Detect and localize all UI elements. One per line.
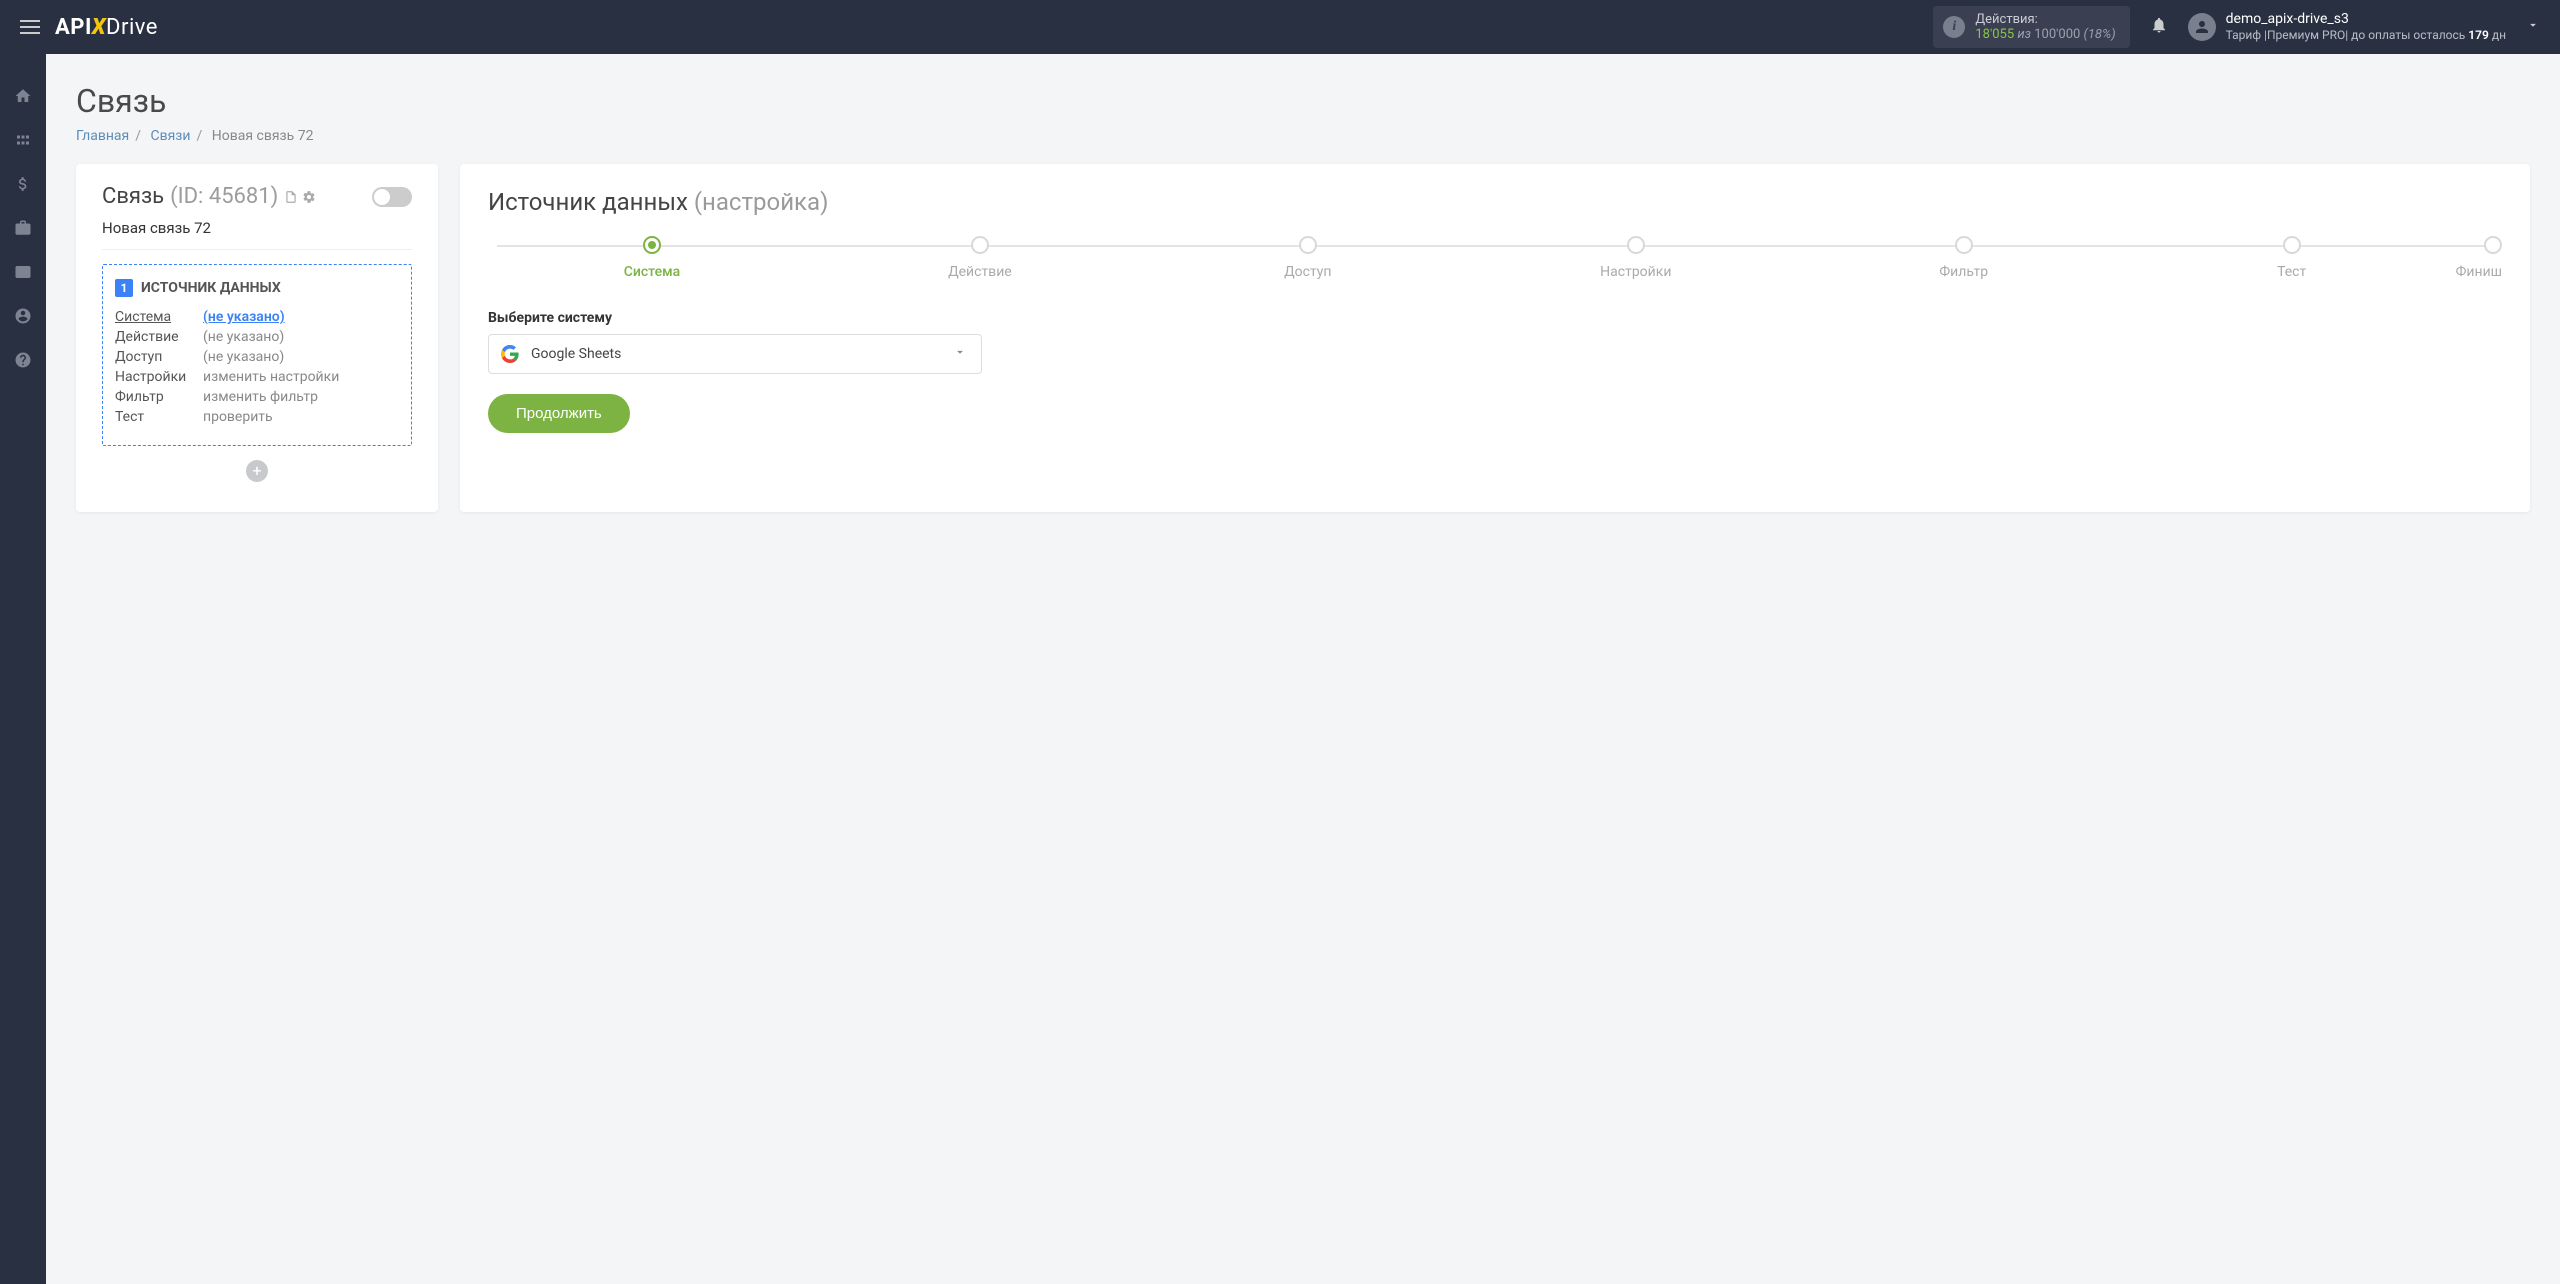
- configuration-card: Источник данных (настройка) Система Дейс…: [460, 164, 2530, 512]
- data-source-heading: ИСТОЧНИК ДАННЫХ: [141, 280, 281, 296]
- nav-video-icon[interactable]: [0, 250, 46, 294]
- breadcrumb-home[interactable]: Главная: [76, 128, 129, 144]
- step-access[interactable]: Доступ: [1144, 236, 1472, 280]
- row-settings[interactable]: Настройкиизменить настройки: [115, 369, 399, 385]
- connection-title: Связь (ID: 45681): [102, 184, 316, 209]
- user-tariff: Тариф |Премиум PRO| до оплаты осталось 1…: [2226, 28, 2506, 44]
- connection-summary-card: Связь (ID: 45681) Новая связь 72 1 ИСТОЧ…: [76, 164, 438, 512]
- app-header: APIXDrive i Действия: 18'055 из 100'000 …: [0, 0, 2560, 54]
- page-title: Связь: [76, 82, 2530, 120]
- user-name: demo_apix-drive_s3: [2226, 10, 2506, 28]
- chevron-down-icon[interactable]: [2526, 18, 2540, 36]
- info-icon: i: [1943, 16, 1965, 38]
- data-source-box: 1 ИСТОЧНИК ДАННЫХ Система(не указано) Де…: [102, 264, 412, 446]
- chevron-down-icon: [953, 345, 967, 363]
- config-title: Источник данных (настройка): [488, 188, 2502, 216]
- breadcrumb-current: Новая связь 72: [212, 128, 314, 144]
- row-filter[interactable]: Фильтризменить фильтр: [115, 389, 399, 405]
- actions-value: 18'055 из 100'000 (18%): [1975, 27, 2115, 42]
- menu-toggle-icon[interactable]: [20, 16, 40, 38]
- avatar-icon: [2188, 13, 2216, 41]
- add-destination-button[interactable]: +: [246, 460, 268, 482]
- sidebar: [0, 54, 46, 1284]
- user-menu[interactable]: demo_apix-drive_s3 Тариф |Премиум PRO| д…: [2188, 10, 2506, 44]
- system-select[interactable]: Google Sheets: [488, 334, 982, 374]
- row-action[interactable]: Действие(не указано): [115, 329, 399, 345]
- connection-name: Новая связь 72: [102, 219, 412, 250]
- row-system[interactable]: Система(не указано): [115, 309, 399, 325]
- step-system[interactable]: Система: [488, 236, 816, 280]
- step-action[interactable]: Действие: [816, 236, 1144, 280]
- gear-icon[interactable]: [302, 190, 316, 204]
- nav-help-icon[interactable]: [0, 338, 46, 382]
- actions-label: Действия:: [1975, 12, 2115, 27]
- breadcrumb: Главная/ Связи/ Новая связь 72: [76, 128, 2530, 144]
- actions-counter[interactable]: i Действия: 18'055 из 100'000 (18%): [1933, 6, 2129, 48]
- step-settings[interactable]: Настройки: [1472, 236, 1800, 280]
- logo[interactable]: APIXDrive: [55, 15, 158, 40]
- nav-briefcase-icon[interactable]: [0, 206, 46, 250]
- nav-billing-icon[interactable]: [0, 162, 46, 206]
- step-test[interactable]: Тест: [2128, 236, 2456, 280]
- step-number-badge: 1: [115, 279, 133, 297]
- system-select-label: Выберите систему: [488, 310, 2502, 326]
- nav-home-icon[interactable]: [0, 74, 46, 118]
- breadcrumb-links[interactable]: Связи: [151, 128, 191, 144]
- row-access[interactable]: Доступ(не указано): [115, 349, 399, 365]
- nav-connections-icon[interactable]: [0, 118, 46, 162]
- google-icon: [501, 345, 519, 363]
- continue-button[interactable]: Продолжить: [488, 394, 630, 433]
- system-select-value: Google Sheets: [531, 346, 621, 362]
- step-finish[interactable]: Финиш: [2456, 236, 2502, 280]
- nav-account-icon[interactable]: [0, 294, 46, 338]
- step-filter[interactable]: Фильтр: [1800, 236, 2128, 280]
- notifications-icon[interactable]: [2150, 16, 2168, 38]
- document-icon[interactable]: [284, 190, 298, 204]
- wizard-stepper: Система Действие Доступ Настройки Фильтр…: [488, 236, 2502, 280]
- connection-enable-toggle[interactable]: [372, 187, 412, 207]
- row-test[interactable]: Тестпроверить: [115, 409, 399, 425]
